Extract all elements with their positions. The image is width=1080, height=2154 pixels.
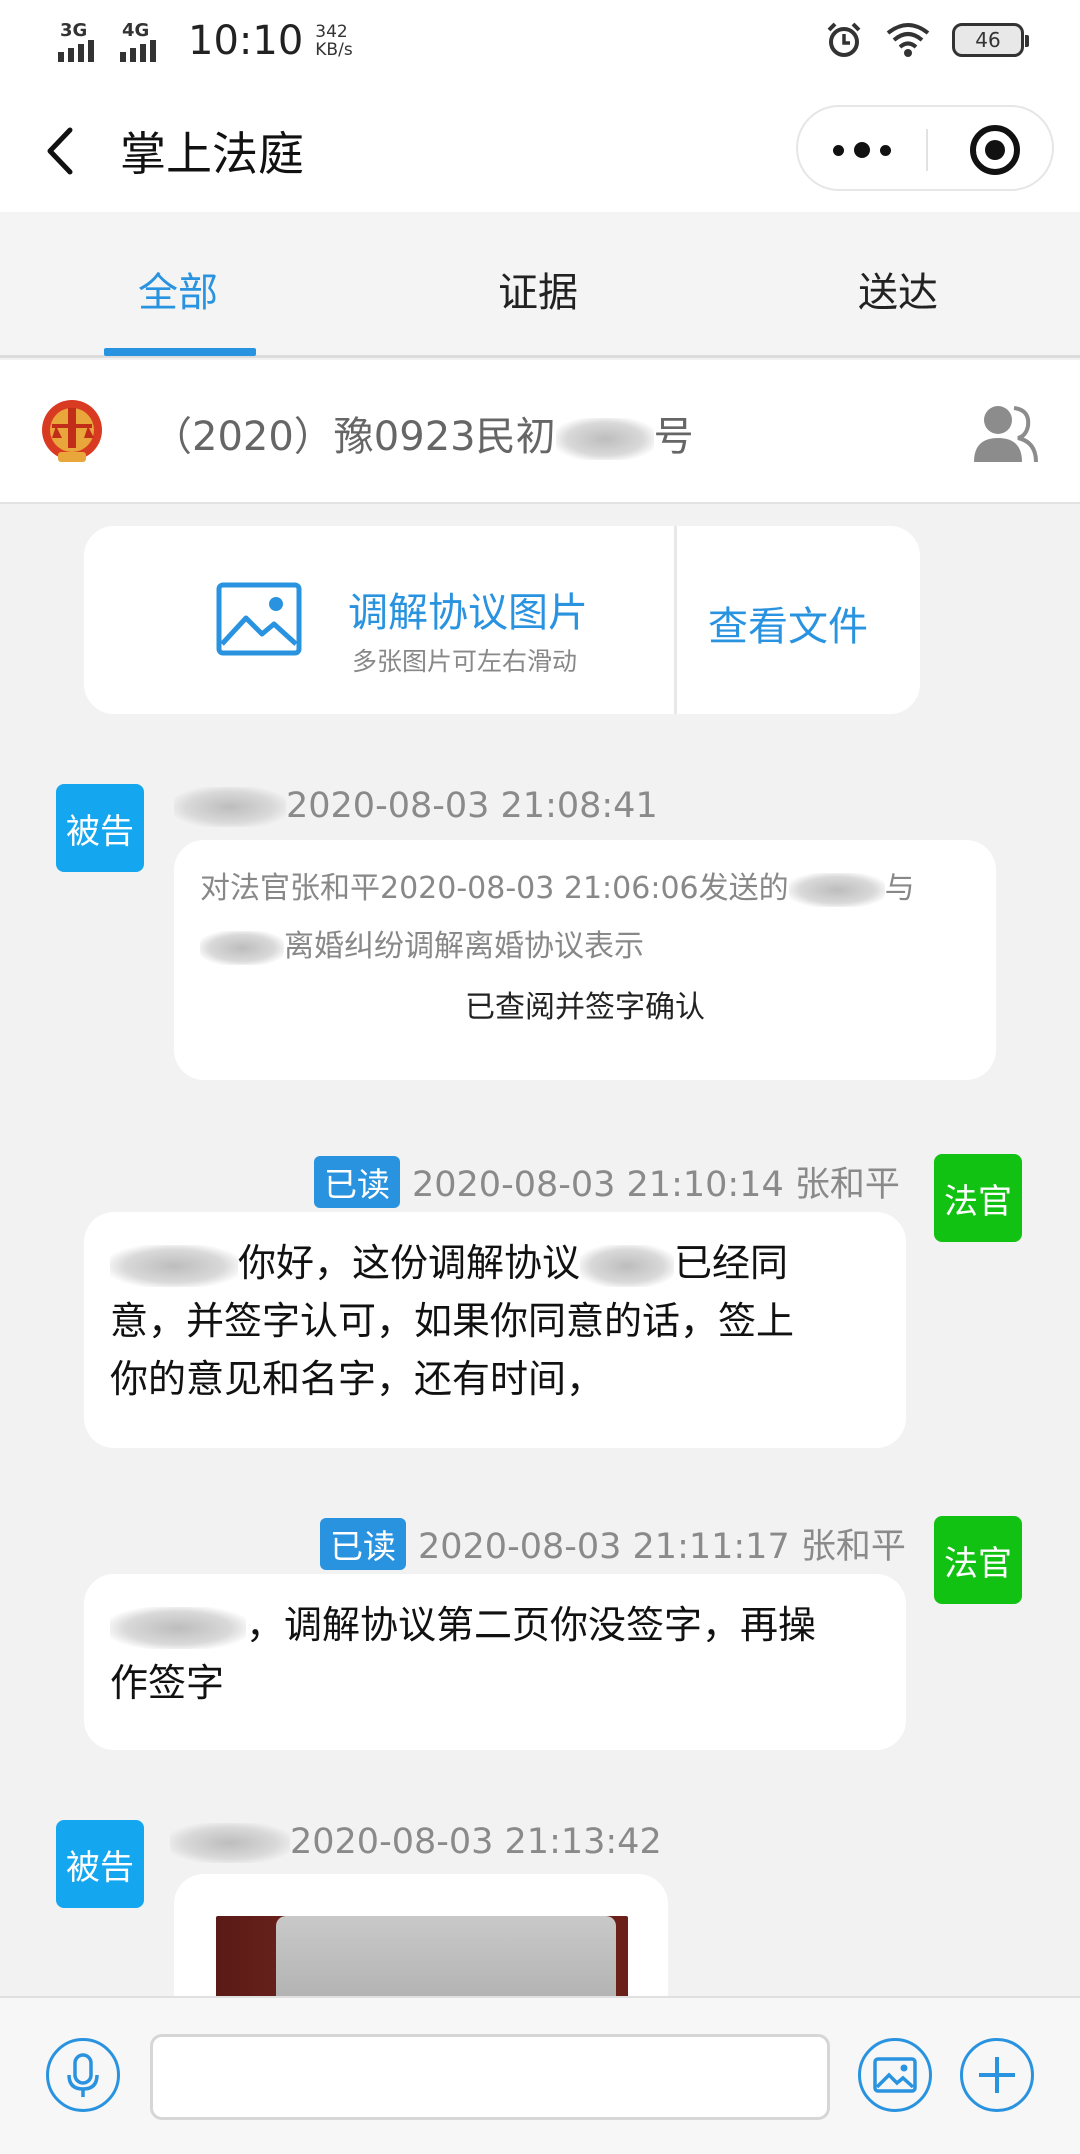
clock: 10:10 xyxy=(188,18,304,64)
file-hint: 多张图片可左右滑动 xyxy=(352,647,578,676)
ack-confirm-text: 已查阅并签字确认 xyxy=(465,990,705,1025)
redacted-text xyxy=(110,1606,246,1649)
picture-icon xyxy=(873,2057,917,2093)
message-time-sender: 2020-08-03 21:11:17 张和平 xyxy=(418,1527,906,1567)
message-line: ，调解协议第二页你没签字，再操 xyxy=(110,1596,880,1654)
title-bar: 掌上法庭 xyxy=(0,88,1080,212)
image-icon xyxy=(216,582,302,656)
message-list[interactable]: 调解协议图片 多张图片可左右滑动 查看文件 被告 2020-08-03 21:0… xyxy=(0,504,1080,1996)
file-name: 调解协议图片 xyxy=(348,590,588,636)
status-bar: 3G 4G 10:10 342 KB/s 46 xyxy=(0,0,1080,88)
plus-icon xyxy=(979,2057,1015,2093)
ack-message[interactable]: 对法官张和平2020-08-03 21:06:06发送的 与 离婚纠纷调解离婚协议… xyxy=(174,840,996,1080)
redacted-text xyxy=(174,787,286,827)
message-line: 你的意见和名字，还有时间， xyxy=(110,1357,605,1401)
ack-line-1: 对法官张和平2020-08-03 21:06:06发送的 与 xyxy=(200,860,970,918)
redacted-text xyxy=(170,1823,290,1863)
status-right: 46 xyxy=(824,20,1029,60)
message-text-1a: 你好，这份调解协议 xyxy=(238,1241,581,1285)
message-text-1b: 已经同 xyxy=(674,1241,789,1285)
speed-unit: KB/s xyxy=(315,40,353,60)
network-type-1: 3G xyxy=(60,20,88,41)
ack-line-2: 离婚纠纷调解离婚协议表示 xyxy=(200,918,970,976)
case-number-prefix: （2020）豫0923民初 xyxy=(152,414,556,460)
more-dot-icon xyxy=(854,142,870,158)
judge-message[interactable]: 你好，这份调解协议 已经同 意，并签字认可，如果你同意的话，签上 你的意见和名字，… xyxy=(84,1212,906,1448)
voice-button[interactable] xyxy=(46,2038,120,2112)
more-dot-icon xyxy=(880,144,891,156)
photo-thumbnail[interactable] xyxy=(216,1916,628,1996)
signal-3g-icon: 3G xyxy=(58,20,110,62)
message-line: 意，并签字认可，如果你同意的话，签上 xyxy=(110,1299,795,1343)
ack-text-3: 离婚纠纷调解离婚协议表示 xyxy=(284,929,644,964)
message-meta: 2020-08-03 21:08:41 xyxy=(174,786,658,827)
network-type-2: 4G xyxy=(122,20,150,41)
more-actions-button[interactable] xyxy=(960,2038,1034,2112)
active-tab-indicator xyxy=(104,348,256,356)
judge-badge: 法官 xyxy=(934,1154,1022,1242)
image-message[interactable] xyxy=(174,1874,668,1996)
microphone-icon xyxy=(67,2053,99,2097)
battery-level: 46 xyxy=(975,28,1001,52)
back-arrow-icon[interactable] xyxy=(40,126,84,176)
message-time: 2020-08-03 21:08:41 xyxy=(286,786,658,826)
read-badge: 已读 xyxy=(320,1518,406,1570)
network-speed: 342 KB/s xyxy=(315,23,352,59)
message-text: ，调解协议第二页你没签字，再操 xyxy=(246,1603,817,1647)
page-title: 掌上法庭 xyxy=(120,127,304,181)
input-bar xyxy=(0,1996,1080,2154)
judge-message[interactable]: ，调解协议第二页你没签字，再操 作签字 xyxy=(84,1574,906,1750)
read-badge: 已读 xyxy=(314,1156,400,1208)
ack-text-2: 与 xyxy=(884,871,915,906)
redacted-text xyxy=(110,1244,238,1287)
message-meta: 2020-08-03 21:13:42 xyxy=(170,1822,662,1863)
capsule-divider xyxy=(926,129,928,171)
file-card[interactable]: 调解协议图片 多张图片可左右滑动 查看文件 xyxy=(84,526,920,714)
message-line: 作签字 xyxy=(110,1661,225,1705)
case-header: （2020）豫0923民初 号 xyxy=(0,360,1080,504)
defendant-badge: 被告 xyxy=(56,784,144,872)
file-card-divider xyxy=(674,526,677,714)
tab-evidence[interactable]: 证据 xyxy=(498,260,578,318)
more-menu-button[interactable] xyxy=(798,107,926,193)
message-line: 你好，这份调解协议 已经同 xyxy=(110,1234,880,1292)
status-left: 3G 4G 10:10 342 KB/s xyxy=(58,18,353,64)
participants-icon[interactable] xyxy=(972,400,1038,466)
more-dot-icon xyxy=(833,144,844,156)
tab-all[interactable]: 全部 xyxy=(138,260,218,318)
message-input[interactable] xyxy=(150,2034,830,2120)
redacted-text xyxy=(555,418,654,460)
miniapp-capsule xyxy=(796,105,1054,191)
defendant-badge: 被告 xyxy=(56,1820,144,1908)
battery-icon: 46 xyxy=(952,23,1029,57)
message-meta: 已读 2020-08-03 21:10:14 张和平 xyxy=(314,1156,900,1208)
tab-delivery[interactable]: 送达 xyxy=(858,260,938,318)
judge-badge: 法官 xyxy=(934,1516,1022,1604)
alarm-icon xyxy=(827,22,861,57)
redacted-text xyxy=(580,1244,675,1287)
close-miniapp-icon[interactable] xyxy=(970,125,1020,175)
court-emblem-icon xyxy=(42,400,102,462)
tab-bar: 全部 证据 送达 xyxy=(0,212,1080,358)
ack-text-1: 对法官张和平2020-08-03 21:06:06发送的 xyxy=(200,871,789,906)
message-time-sender: 2020-08-03 21:10:14 张和平 xyxy=(412,1165,900,1205)
image-upload-button[interactable] xyxy=(858,2038,932,2112)
speed-value: 342 xyxy=(315,22,348,42)
message-time: 2020-08-03 21:13:42 xyxy=(290,1822,662,1862)
case-number: （2020）豫0923民初 号 xyxy=(152,404,694,462)
redacted-text xyxy=(788,872,885,907)
wifi-icon xyxy=(886,23,930,57)
redacted-text xyxy=(200,930,284,965)
view-file-button[interactable]: 查看文件 xyxy=(708,594,868,652)
signal-4g-icon: 4G xyxy=(120,20,172,62)
case-number-suffix: 号 xyxy=(653,414,694,460)
message-meta: 已读 2020-08-03 21:11:17 张和平 xyxy=(320,1518,906,1570)
